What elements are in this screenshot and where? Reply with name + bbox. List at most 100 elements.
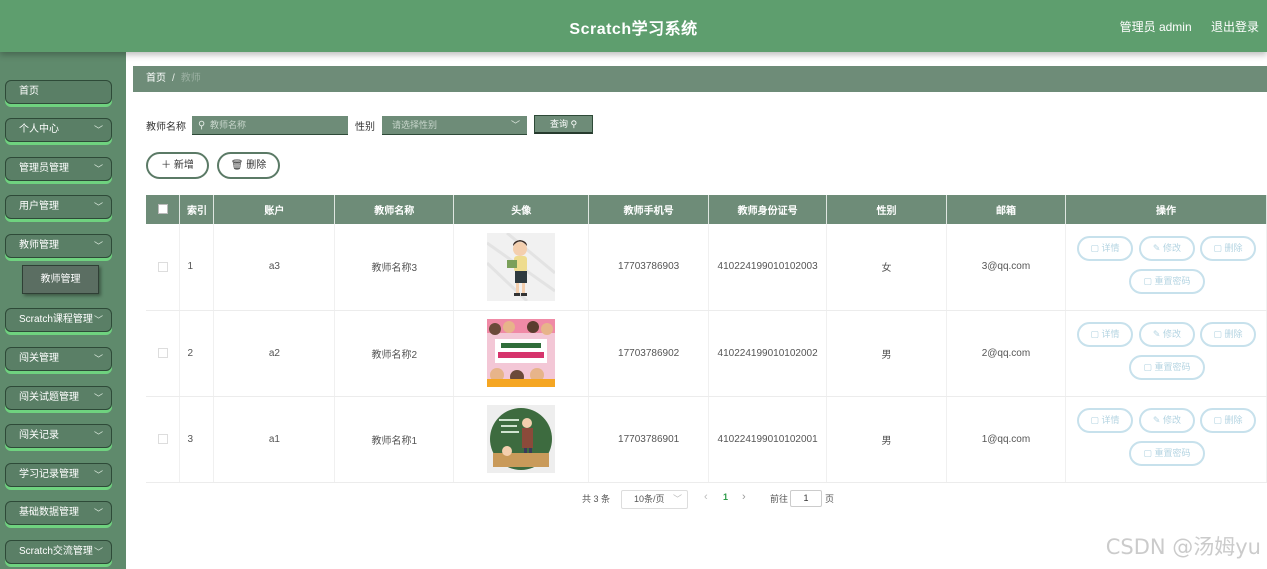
col-index: 索引 (179, 195, 215, 224)
current-user: 管理员 admin (1119, 20, 1192, 34)
add-button[interactable]: ＋ 新增 (146, 152, 209, 179)
edit-button[interactable]: ✎ 修改 (1138, 322, 1195, 347)
edit-button[interactable]: ✎ 修改 (1138, 408, 1195, 433)
cell-teacher-name: 教师名称3 (334, 224, 455, 311)
row-actions: ▢ 详情 ✎ 修改 ▢ 删除 ▢ 重置密码 (1066, 320, 1266, 386)
row-delete-button[interactable]: ▢ 删除 (1199, 408, 1256, 433)
sidebar-item-level-records[interactable]: 闯关记录 ﹀ (5, 424, 112, 448)
col-email: 邮箱 (946, 195, 1066, 224)
sidebar-item-level-question-management[interactable]: 闯关试题管理 ﹀ (5, 386, 112, 410)
reset-password-label: 重置密码 (1154, 275, 1191, 286)
row-actions: ▢ 详情 ✎ 修改 ▢ 删除 ▢ 重置密码 (1066, 234, 1266, 300)
edit-label: 修改 (1162, 329, 1181, 339)
reset-password-button[interactable]: ▢ 重置密码 (1128, 441, 1205, 466)
chevron-down-icon: ﹀ (93, 547, 103, 557)
edit-label: 修改 (1162, 415, 1181, 425)
row-delete-button[interactable]: ▢ 删除 (1199, 235, 1256, 261)
sidebar-item-label: 闯关记录 (19, 430, 59, 441)
sidebar-item-home[interactable]: 首页 (5, 80, 112, 104)
select-all-checkbox[interactable] (157, 204, 168, 215)
page-size-select[interactable]: 10条/页 ﹀ (621, 490, 688, 509)
prev-page-icon[interactable]: ‹ (704, 491, 708, 503)
app-title: Scratch学习系统 (569, 21, 698, 38)
sidebar-item-study-record-management[interactable]: 学习记录管理 ﹀ (5, 463, 112, 487)
row-delete-label: 删除 (1224, 415, 1243, 425)
row-select-cell (146, 310, 181, 397)
teacher-name-input[interactable]: ⚲ 教师名称 (192, 116, 348, 135)
detail-label: 详情 (1101, 415, 1120, 425)
detail-button[interactable]: ▢ 详情 (1076, 322, 1133, 347)
gender-select[interactable]: 请选择性别 ﹀ (382, 116, 527, 135)
sidebar-item-scratch-course-management[interactable]: Scratch课程管理 ﹀ (5, 308, 112, 332)
cell-email: 2@qq.com (946, 310, 1066, 397)
detail-button[interactable]: ▢ 详情 (1076, 408, 1133, 433)
teacher-avatar-image (487, 405, 556, 473)
reset-password-button[interactable]: ▢ 重置密码 (1128, 268, 1205, 294)
sidebar-item-admin-management[interactable]: 管理员管理 ﹀ (5, 157, 112, 181)
col-id-card: 教师身份证号 (708, 195, 828, 224)
delete-button[interactable]: 🗑 删除 (217, 152, 280, 179)
trash-icon: ▢ (1213, 415, 1222, 425)
detail-button[interactable]: ▢ 详情 (1076, 235, 1133, 261)
detail-label: 详情 (1101, 242, 1120, 253)
logout-link[interactable]: 退出登录 (1211, 20, 1259, 34)
row-checkbox[interactable] (157, 347, 168, 358)
chevron-down-icon: ﹀ (93, 164, 103, 174)
gender-placeholder: 请选择性别 (392, 120, 438, 130)
watermark: CSDN @汤姆yu (1105, 535, 1261, 559)
sidebar-item-label: 个人中心 (19, 124, 59, 135)
chevron-down-icon: ﹀ (93, 125, 103, 135)
cell-index: 2 (179, 310, 215, 397)
cell-account: a3 (213, 224, 336, 311)
submenu-item-teacher-management[interactable]: 教师管理 (22, 265, 99, 294)
breadcrumb-home[interactable]: 首页 (146, 73, 166, 84)
sidebar-item-scratch-forum-management[interactable]: Scratch交流管理 ﹀ (5, 540, 112, 564)
row-delete-button[interactable]: ▢ 删除 (1199, 322, 1256, 347)
col-account: 账户 (213, 195, 336, 224)
document-icon: ▢ (1143, 448, 1152, 458)
search-icon: ⚲ (570, 119, 578, 129)
row-select-cell (146, 224, 181, 311)
sidebar-item-user-management[interactable]: 用户管理 ﹀ (5, 195, 112, 219)
sidebar-item-basic-data-management[interactable]: 基础数据管理 ﹀ (5, 501, 112, 525)
cell-email: 3@qq.com (946, 224, 1066, 311)
cell-avatar (453, 224, 590, 311)
row-checkbox[interactable] (157, 261, 168, 272)
cell-id-card: 410224199010102002 (708, 310, 828, 397)
breadcrumb-separator: / (172, 73, 175, 84)
chevron-down-icon: ﹀ (93, 241, 103, 251)
reset-password-button[interactable]: ▢ 重置密码 (1128, 355, 1205, 380)
header-user-area: 管理员 admin 退出登录 (1104, 18, 1259, 35)
cell-phone: 17703786903 (588, 224, 710, 311)
chevron-down-icon: ﹀ (93, 431, 103, 441)
breadcrumb: 首页 / 教师 (133, 66, 1267, 92)
add-label: 新增 (173, 160, 194, 171)
row-checkbox[interactable] (157, 433, 168, 444)
document-icon: ▢ (1090, 415, 1099, 425)
top-header: Scratch学习系统 管理员 admin 退出登录 (0, 0, 1267, 52)
cell-avatar (453, 310, 590, 397)
col-teacher-name: 教师名称 (334, 195, 455, 224)
chevron-down-icon: ﹀ (93, 470, 103, 480)
cell-index: 1 (179, 224, 215, 311)
gender-label: 性别 (355, 122, 375, 133)
edit-button[interactable]: ✎ 修改 (1138, 235, 1195, 261)
cell-index: 3 (179, 396, 215, 483)
teacher-name-placeholder: 教师名称 (210, 120, 247, 130)
search-icon: ⚲ (198, 120, 206, 131)
cell-gender: 男 (826, 310, 947, 397)
page-number-current[interactable]: 1 (723, 492, 728, 502)
query-button[interactable]: 查询 ⚲ (534, 115, 593, 134)
document-icon: ▢ (1143, 362, 1152, 372)
sidebar-item-personal-center[interactable]: 个人中心 ﹀ (5, 118, 112, 142)
sidebar-item-teacher-management[interactable]: 教师管理 ﹀ (5, 234, 112, 258)
chevron-down-icon: ﹀ (672, 494, 682, 504)
sidebar-item-label: 闯关管理 (19, 353, 59, 364)
table-row: 3 a1 教师名称1 17703786901 41022419901010200… (146, 396, 1267, 483)
goto-page-input[interactable]: 1 (790, 490, 822, 507)
next-page-icon[interactable]: › (742, 491, 746, 503)
sidebar-item-level-management[interactable]: 闯关管理 ﹀ (5, 347, 112, 371)
breadcrumb-current: 教师 (180, 73, 201, 84)
cell-teacher-name: 教师名称1 (334, 396, 455, 483)
cell-gender: 男 (826, 396, 947, 483)
